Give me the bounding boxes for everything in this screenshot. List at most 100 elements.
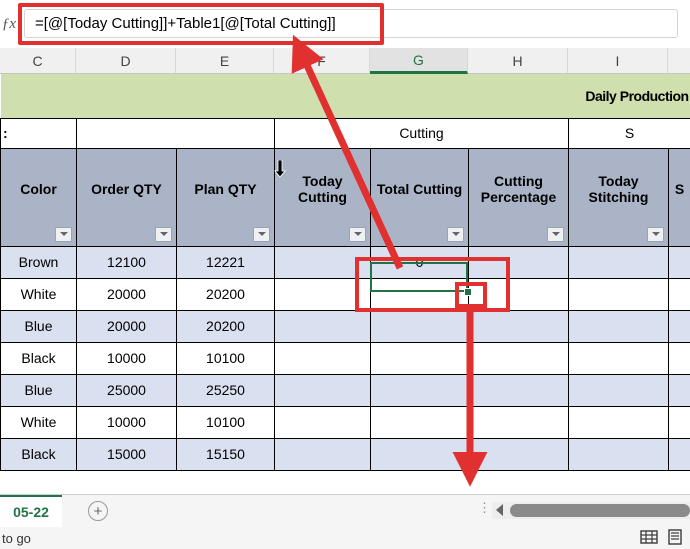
filter-dropdown-icon[interactable]: [349, 226, 366, 242]
cell-total_cutting[interactable]: [370, 309, 469, 343]
label-colon-cell[interactable]: :: [0, 117, 77, 149]
cell-today_cutting[interactable]: [274, 309, 371, 343]
cell-total_cutting[interactable]: [370, 405, 469, 439]
cell-cutting_percentage[interactable]: [468, 437, 569, 471]
formula-input[interactable]: =[@[Today Cutting]]+Table1[@[Total Cutti…: [24, 9, 678, 38]
sheet-menu-icon[interactable]: ⋮: [478, 501, 491, 519]
cell-color[interactable]: Black: [0, 341, 77, 375]
cell-cutting_percentage[interactable]: [468, 341, 569, 375]
group-cutting-cell[interactable]: Cutting: [274, 117, 569, 149]
cell-plan_qty[interactable]: 12221: [176, 245, 275, 279]
cell-order_qty[interactable]: 10000: [76, 405, 177, 439]
cell-today_cutting[interactable]: [274, 373, 371, 407]
cell-color[interactable]: Brown: [0, 245, 77, 279]
table-header-cell-6[interactable]: Today Stitching: [568, 147, 669, 247]
table-header-cell-1[interactable]: Order QTY: [76, 147, 177, 247]
table-header-cell-5[interactable]: Cutting Percentage: [468, 147, 569, 247]
cell-today_stitching[interactable]: [568, 341, 669, 375]
cell-order_qty[interactable]: 20000: [76, 277, 177, 311]
column-header-f[interactable]: F: [274, 48, 370, 73]
cell-cutting_percentage[interactable]: [468, 277, 569, 311]
cell-plan_qty[interactable]: 20200: [176, 309, 275, 343]
cell-plan_qty[interactable]: 10100: [176, 405, 275, 439]
normal-view-icon[interactable]: [640, 529, 658, 545]
cell-order_qty[interactable]: 12100: [76, 245, 177, 279]
filter-dropdown-icon[interactable]: [155, 226, 172, 242]
cell-extra[interactable]: [667, 405, 690, 439]
cell-plan_qty[interactable]: 15150: [176, 437, 275, 471]
column-header-d[interactable]: D: [76, 48, 176, 73]
cell-extra[interactable]: [667, 373, 690, 407]
cell-today_stitching[interactable]: [568, 405, 669, 439]
column-header-row: CDEFGHI: [0, 48, 690, 74]
group-stitching-cell[interactable]: S: [567, 117, 690, 149]
table-header-cell-7[interactable]: S: [667, 147, 690, 247]
filter-dropdown-icon[interactable]: [447, 226, 464, 242]
cell-order_qty[interactable]: 15000: [76, 437, 177, 471]
table-row: Blue 25000 25250: [0, 373, 690, 407]
sheet-tab-0522[interactable]: 05-22: [0, 495, 62, 527]
cell-color[interactable]: Black: [0, 437, 77, 471]
scrollbar-thumb[interactable]: [510, 504, 690, 517]
table-header-label: Plan QTY: [194, 180, 257, 197]
cell-order_qty[interactable]: 10000: [76, 341, 177, 375]
cell-extra[interactable]: [667, 437, 690, 471]
cell-today_cutting[interactable]: [274, 405, 371, 439]
cell-total_cutting[interactable]: [370, 341, 469, 375]
table-row: Black 15000 15150: [0, 437, 690, 471]
table-header-cell-3[interactable]: Today Cutting: [274, 147, 371, 247]
scroll-left-icon[interactable]: [496, 504, 503, 516]
column-header-e[interactable]: E: [176, 48, 274, 73]
cell-total_cutting[interactable]: [370, 373, 469, 407]
cell-order_qty[interactable]: 20000: [76, 309, 177, 343]
cell-today_cutting[interactable]: [274, 341, 371, 375]
cell-extra[interactable]: [667, 277, 690, 311]
column-header-i[interactable]: I: [568, 48, 668, 73]
sheet-table: Daily Production : Cutting S Color Order …: [0, 74, 690, 471]
cell-today_stitching[interactable]: [568, 309, 669, 343]
table-header-cell-4[interactable]: Total Cutting: [370, 147, 469, 247]
cell-plan_qty[interactable]: 20200: [176, 277, 275, 311]
cell-extra[interactable]: [667, 341, 690, 375]
cell-today_cutting[interactable]: [274, 245, 371, 279]
filter-dropdown-icon[interactable]: [55, 226, 72, 242]
cell-today_stitching[interactable]: [568, 277, 669, 311]
fill-handle[interactable]: [464, 288, 472, 296]
column-select-cursor-icon: [274, 160, 286, 178]
table-header-cell-2[interactable]: Plan QTY: [176, 147, 275, 247]
cell-today_cutting[interactable]: [274, 437, 371, 471]
cell-color[interactable]: White: [0, 405, 77, 439]
cell-color[interactable]: Blue: [0, 309, 77, 343]
filter-dropdown-icon[interactable]: [647, 226, 664, 242]
cell-cutting_percentage[interactable]: [468, 309, 569, 343]
table-header-label: Cutting Percentage: [480, 172, 557, 205]
filter-dropdown-icon[interactable]: [547, 226, 564, 242]
cell-total_cutting[interactable]: [370, 437, 469, 471]
filter-dropdown-icon[interactable]: [253, 226, 270, 242]
table-header-cell-0[interactable]: Color: [0, 147, 77, 247]
cell-today_stitching[interactable]: [568, 373, 669, 407]
column-header-g[interactable]: G: [370, 48, 468, 74]
cell-cutting_percentage[interactable]: [468, 405, 569, 439]
table-row: White 10000 10100: [0, 405, 690, 439]
cell-cutting_percentage[interactable]: [468, 245, 569, 279]
cell-extra[interactable]: [667, 309, 690, 343]
table-header-label: Color: [20, 180, 57, 197]
cell-today_cutting[interactable]: [274, 277, 371, 311]
cell-extra[interactable]: [667, 245, 690, 279]
cell-color[interactable]: Blue: [0, 373, 77, 407]
add-sheet-icon[interactable]: +: [88, 501, 108, 521]
table-header-label: Order QTY: [91, 180, 162, 197]
group-blank-cell[interactable]: [76, 117, 275, 149]
column-header-h[interactable]: H: [468, 48, 568, 73]
page-layout-icon[interactable]: [666, 529, 684, 545]
cell-today_stitching[interactable]: [568, 437, 669, 471]
cell-plan_qty[interactable]: 25250: [176, 373, 275, 407]
cell-today_stitching[interactable]: [568, 245, 669, 279]
column-header-c[interactable]: C: [0, 48, 76, 73]
title-row: Daily Production: [0, 74, 690, 118]
cell-color[interactable]: White: [0, 277, 77, 311]
cell-plan_qty[interactable]: 10100: [176, 341, 275, 375]
cell-cutting_percentage[interactable]: [468, 373, 569, 407]
cell-order_qty[interactable]: 25000: [76, 373, 177, 407]
